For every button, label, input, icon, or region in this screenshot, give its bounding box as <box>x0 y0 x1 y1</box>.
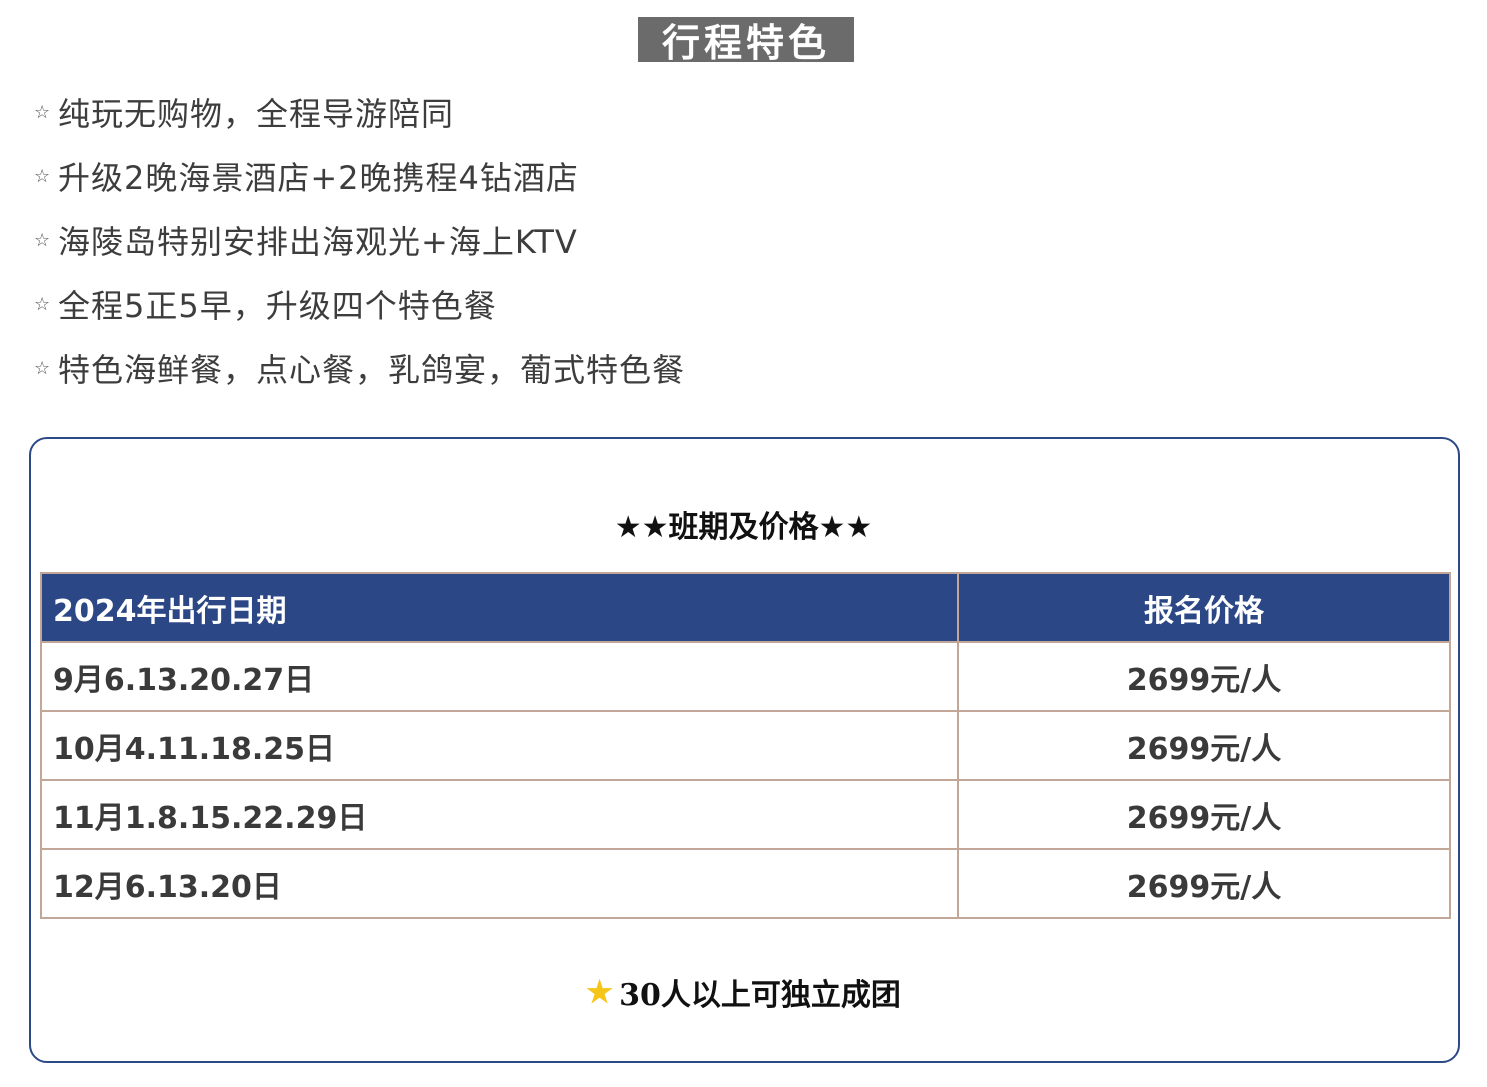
feature-text: 升级2晚海景酒店+2晚携程4钻酒店 <box>58 159 579 197</box>
feature-text: 全程5正5早，升级四个特色餐 <box>58 287 497 325</box>
header-date: 2024年出行日期 <box>40 572 959 643</box>
feature-item: ☆ 海陵岛特别安排出海观光+海上KTV <box>34 208 685 272</box>
date-cell: 12月6.13.20日 <box>40 848 959 919</box>
feature-text: 纯玩无购物，全程导游陪同 <box>58 95 455 133</box>
date-cell: 9月6.13.20.27日 <box>40 641 959 712</box>
star-icon: ☆ <box>34 229 52 251</box>
features-list: ☆ 纯玩无购物，全程导游陪同 ☆ 升级2晚海景酒店+2晚携程4钻酒店 ☆ 海陵岛… <box>34 80 685 400</box>
star-icon: ☆ <box>34 357 52 379</box>
price-cell: 2699元/人 <box>957 848 1451 919</box>
feature-text: 特色海鲜餐，点心餐，乳鸽宴，葡式特色餐 <box>58 351 686 389</box>
price-cell: 2699元/人 <box>957 779 1451 850</box>
price-panel-title: ★★班期及价格★★ <box>614 510 873 545</box>
table-header-row: 2024年出行日期 报名价格 <box>40 572 1451 643</box>
section-title: 行程特色 <box>638 17 854 65</box>
feature-item: ☆ 纯玩无购物，全程导游陪同 <box>34 80 685 144</box>
feature-item: ☆ 升级2晚海景酒店+2晚携程4钻酒店 <box>34 144 685 208</box>
feature-text: 海陵岛特别安排出海观光+海上KTV <box>58 223 578 261</box>
feature-item: ☆ 全程5正5早，升级四个特色餐 <box>34 272 685 336</box>
footnote: ★ 30人以上可独立成团 <box>0 970 1487 1014</box>
price-cell: 2699元/人 <box>957 710 1451 781</box>
date-cell: 10月4.11.18.25日 <box>40 710 959 781</box>
table-row: 12月6.13.20日 2699元/人 <box>40 848 1451 919</box>
header-price: 报名价格 <box>957 572 1451 643</box>
star-icon: ☆ <box>34 165 52 187</box>
schedule-table: 2024年出行日期 报名价格 9月6.13.20.27日 2699元/人 10月… <box>40 572 1451 919</box>
feature-item: ☆ 特色海鲜餐，点心餐，乳鸽宴，葡式特色餐 <box>34 336 685 400</box>
table-row: 11月1.8.15.22.29日 2699元/人 <box>40 779 1451 850</box>
table-row: 10月4.11.18.25日 2699元/人 <box>40 710 1451 781</box>
footnote-text: 30人以上可独立成团 <box>619 978 901 1013</box>
date-cell: 11月1.8.15.22.29日 <box>40 779 959 850</box>
star-icon: ★ <box>586 974 614 1010</box>
star-icon: ☆ <box>34 293 52 315</box>
table-row: 9月6.13.20.27日 2699元/人 <box>40 641 1451 712</box>
price-cell: 2699元/人 <box>957 641 1451 712</box>
star-icon: ☆ <box>34 101 52 123</box>
